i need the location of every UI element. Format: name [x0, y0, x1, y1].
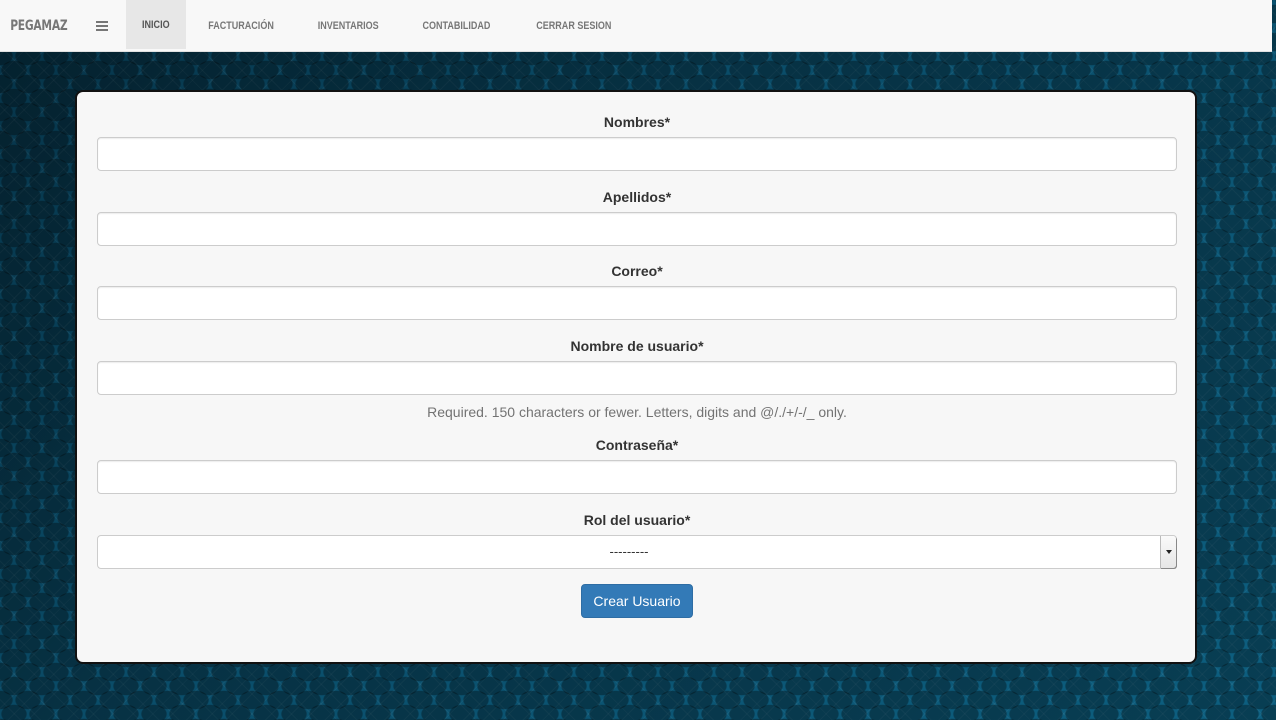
password-input[interactable]	[97, 460, 1177, 494]
apellidos-label: Apellidos*	[602, 189, 672, 205]
rol-select[interactable]: ---------	[97, 535, 1177, 569]
rol-select-value: ---------	[609, 544, 649, 559]
user-form-panel: Nombres* Apellidos* Correo* Nombre de us…	[75, 90, 1197, 664]
nav-item-contabilidad[interactable]: CONTABILIDAD	[400, 0, 513, 51]
rol-label: Rol del usuario*	[583, 512, 691, 528]
username-help-text: Required. 150 characters or fewer. Lette…	[427, 404, 847, 420]
correo-label: Correo*	[611, 263, 663, 279]
nav-item-label: INVENTARIOS	[317, 19, 379, 32]
hamburger-menu-icon[interactable]	[84, 0, 126, 51]
nav-item-label: FACTURACIÓN	[207, 19, 274, 32]
password-group: Contraseña*	[97, 435, 1177, 494]
nombres-label: Nombres*	[603, 114, 671, 130]
nav-item-inicio[interactable]: INICIO	[126, 0, 186, 49]
apellidos-input[interactable]	[97, 212, 1177, 246]
nav-item-inventarios[interactable]: INVENTARIOS	[296, 0, 400, 51]
password-label: Contraseña*	[595, 437, 679, 453]
apellidos-group: Apellidos*	[97, 187, 1177, 246]
nav-item-facturacion[interactable]: FACTURACIÓN	[186, 0, 296, 51]
nav-item-label: CERRAR SESION	[536, 19, 612, 32]
nombres-input[interactable]	[97, 137, 1177, 171]
brand-logo[interactable]: PEGAMAZ	[0, 0, 71, 51]
correo-group: Correo*	[97, 261, 1177, 320]
rol-group: Rol del usuario* ---------	[97, 510, 1177, 569]
top-navbar: PEGAMAZ INICIO FACTURACIÓN INVENTARIOS C…	[0, 0, 1272, 52]
nav-item-cerrar-sesion[interactable]: CERRAR SESION	[513, 0, 635, 51]
nav-item-label: INICIO	[142, 18, 170, 31]
chevron-down-icon[interactable]	[1160, 536, 1176, 568]
correo-input[interactable]	[97, 286, 1177, 320]
username-group: Nombre de usuario* Required. 150 charact…	[97, 336, 1177, 421]
nombres-group: Nombres*	[97, 112, 1177, 171]
crear-usuario-button[interactable]: Crear Usuario	[581, 584, 693, 618]
nav-item-label: CONTABILIDAD	[422, 19, 491, 32]
username-input[interactable]	[97, 361, 1177, 395]
username-label: Nombre de usuario*	[570, 338, 704, 354]
